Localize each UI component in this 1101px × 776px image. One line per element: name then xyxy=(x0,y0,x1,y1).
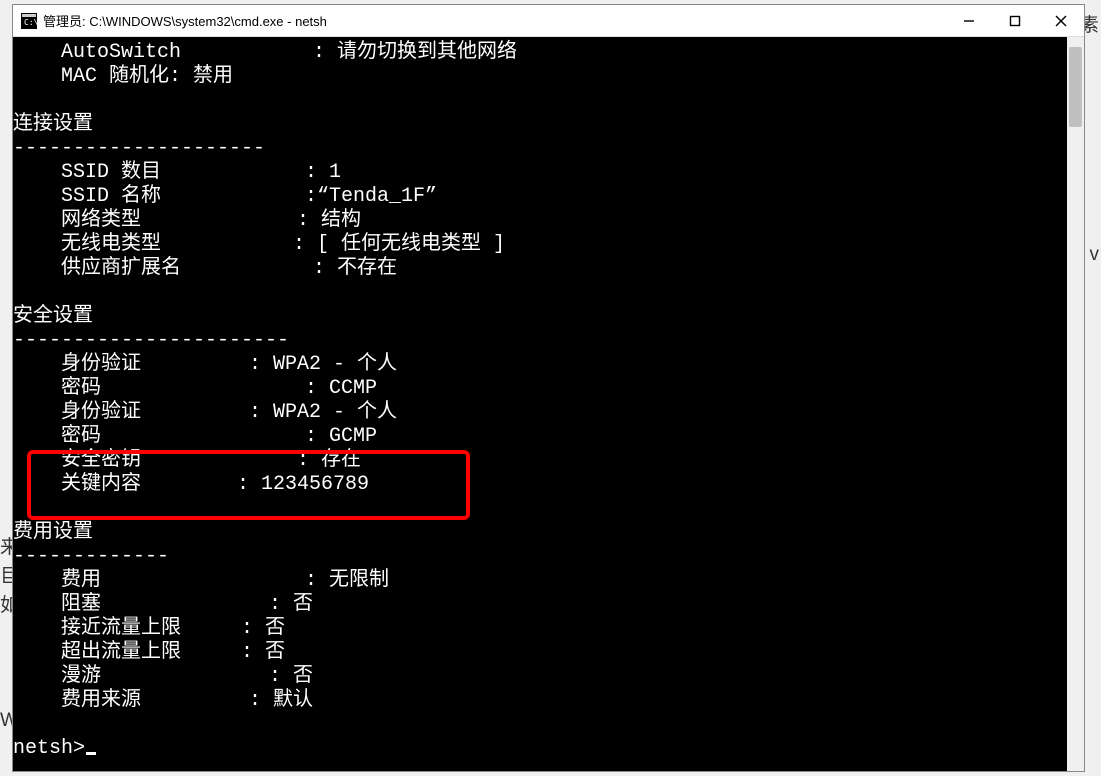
output-line: 无线电类型 : [ 任何无线电类型 ] xyxy=(13,233,505,256)
window-title: 管理员: C:\WINDOWS\system32\cmd.exe - netsh xyxy=(43,11,946,30)
output-line: 费用来源 : 默认 xyxy=(13,689,313,712)
output-line: --------------------- xyxy=(13,137,265,160)
output-line: 密码 : CCMP xyxy=(13,377,377,400)
output-line-key-content: 关键内容 : 123456789 xyxy=(13,473,369,496)
close-button[interactable] xyxy=(1038,5,1084,36)
output-line: ------------- xyxy=(13,545,169,568)
output-line: 密码 : GCMP xyxy=(13,425,377,448)
output-line: 阻塞 : 否 xyxy=(13,593,313,616)
titlebar[interactable]: C:\ 管理员: C:\WINDOWS\system32\cmd.exe - n… xyxy=(13,5,1084,37)
scrollbar-thumb[interactable] xyxy=(1069,47,1082,127)
svg-text:C:\: C:\ xyxy=(24,18,37,27)
output-line: MAC 随机化: 禁用 xyxy=(13,65,233,88)
maximize-button[interactable] xyxy=(992,5,1038,36)
output-line: 供应商扩展名 : 不存在 xyxy=(13,257,397,280)
terminal-scrollbar[interactable] xyxy=(1067,37,1084,771)
bg-text: v xyxy=(1090,244,1100,266)
cursor xyxy=(86,752,96,755)
cmd-icon: C:\ xyxy=(21,13,37,29)
output-line-security-key: 安全密钥 : 存在 xyxy=(13,449,361,472)
section-header: 费用设置 xyxy=(13,521,93,544)
output-line: 漫游 : 否 xyxy=(13,665,313,688)
minimize-button[interactable] xyxy=(946,5,992,36)
cmd-window: C:\ 管理员: C:\WINDOWS\system32\cmd.exe - n… xyxy=(12,4,1085,772)
output-line: 接近流量上限 : 否 xyxy=(13,617,285,640)
output-line: 网络类型 : 结构 xyxy=(13,209,361,232)
terminal-output[interactable]: AutoSwitch : 请勿切换到其他网络 MAC 随机化: 禁用 连接设置 … xyxy=(13,37,1067,771)
output-line: 超出流量上限 : 否 xyxy=(13,641,285,664)
output-line: 身份验证 : WPA2 - 个人 xyxy=(13,353,397,376)
output-line: ----------------------- xyxy=(13,329,289,352)
section-header: 连接设置 xyxy=(13,113,93,136)
output-line: 身份验证 : WPA2 - 个人 xyxy=(13,401,397,424)
output-line: AutoSwitch : 请勿切换到其他网络 xyxy=(13,41,517,64)
prompt: netsh> xyxy=(13,737,85,760)
output-line: 费用 : 无限制 xyxy=(13,569,389,592)
output-line: SSID 数目 : 1 xyxy=(13,161,341,184)
output-line: SSID 名称 :“Tenda_1F” xyxy=(13,185,437,208)
section-header: 安全设置 xyxy=(13,305,93,328)
